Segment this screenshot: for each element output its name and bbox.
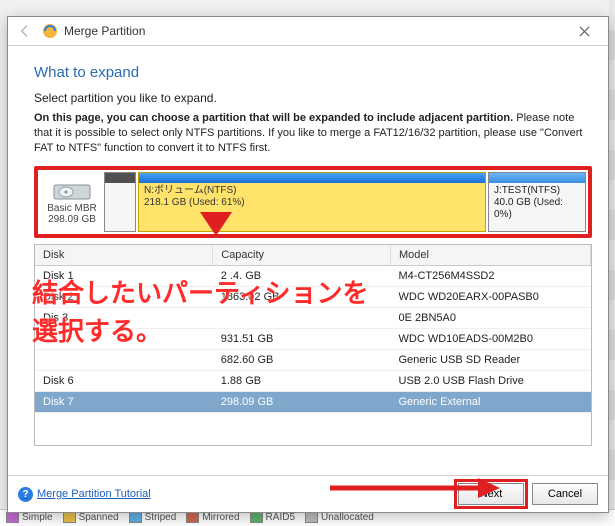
disk-table: Disk Capacity Model Disk 12 .4. GBM4-CT2… — [35, 245, 591, 413]
cell-capacity: 2 .4. GB — [213, 265, 391, 286]
legend-item: RAID5 — [250, 512, 295, 523]
partition-other[interactable]: J:TEST(NTFS) 40.0 GB (Used: 0%) — [488, 172, 586, 232]
disk-thumb-line2: 298.09 GB — [48, 214, 96, 225]
table-row[interactable]: 682.60 GBGeneric USB SD Reader — [35, 349, 591, 370]
diskmap-highlight: Basic MBR 298.09 GB N:ボリューム(NTFS) 218.1 … — [34, 166, 592, 238]
next-button[interactable]: Next — [458, 483, 524, 505]
cell-model: M4-CT256M4SSD2 — [391, 265, 591, 286]
partition-small[interactable] — [104, 172, 136, 232]
partition-other-name: J:TEST(NTFS) — [494, 185, 580, 197]
app-icon — [42, 23, 58, 39]
cell-disk: Disk 7 — [35, 391, 213, 412]
col-capacity[interactable]: Capacity — [213, 245, 391, 266]
legend-item: Mirrored — [186, 512, 239, 523]
dialog-window: Merge Partition What to expand Select pa… — [7, 16, 609, 513]
cell-disk: Disk 6 — [35, 370, 213, 391]
help-link-label: Merge Partition Tutorial — [37, 488, 151, 500]
cell-capacity: 1863.02 GB — [213, 286, 391, 307]
partition-other-size: 40.0 GB (Used: 0%) — [494, 197, 580, 221]
cell-model: USB 2.0 USB Flash Drive — [391, 370, 591, 391]
table-header-row: Disk Capacity Model — [35, 245, 591, 266]
disk-thumbnail: Basic MBR 298.09 GB — [40, 172, 104, 232]
cell-disk: Dis 3 — [35, 307, 213, 328]
table-row[interactable]: 931.51 GBWDC WD10EADS-00M2B0 — [35, 328, 591, 349]
cell-model: Generic External — [391, 391, 591, 412]
cell-capacity: 298.09 GB — [213, 391, 391, 412]
cell-disk — [35, 328, 213, 349]
cell-disk: Disk 2 — [35, 286, 213, 307]
content-area: What to expand Select partition you like… — [8, 46, 608, 475]
table-row[interactable]: Disk 7298.09 GBGeneric External — [35, 391, 591, 412]
close-button[interactable] — [566, 20, 602, 42]
cell-model: Generic USB SD Reader — [391, 349, 591, 370]
cell-capacity: 682.60 GB — [213, 349, 391, 370]
cell-capacity: 931.51 GB — [213, 328, 391, 349]
annotation-arrow-down-icon — [200, 212, 232, 236]
partition-selected[interactable]: N:ボリューム(NTFS) 218.1 GB (Used: 61%) — [138, 172, 486, 232]
cell-disk — [35, 349, 213, 370]
window-title: Merge Partition — [64, 24, 145, 38]
table-row[interactable]: Disk 61.88 GBUSB 2.0 USB Flash Drive — [35, 370, 591, 391]
cell-model: WDC WD20EARX-00PASB0 — [391, 286, 591, 307]
cell-model: WDC WD10EADS-00M2B0 — [391, 328, 591, 349]
legend-item: Spanned — [63, 512, 119, 523]
help-link[interactable]: ? Merge Partition Tutorial — [18, 487, 151, 502]
disk-thumb-line1: Basic MBR — [47, 203, 96, 214]
legend-item: Simple — [6, 512, 53, 523]
page-heading: What to expand — [34, 64, 592, 81]
cancel-button[interactable]: Cancel — [532, 483, 598, 505]
legend-item: Striped — [129, 512, 177, 523]
titlebar: Merge Partition — [8, 17, 608, 46]
back-button[interactable] — [14, 20, 36, 42]
background-edge — [609, 0, 615, 526]
legend-item: Unallocated — [305, 512, 374, 523]
partition-selected-size: 218.1 GB (Used: 61%) — [144, 197, 480, 209]
cell-model: 0E 2BN5A0 — [391, 307, 591, 328]
help-icon: ? — [18, 487, 33, 502]
note-bold: On this page, you can choose a partition… — [34, 112, 513, 124]
intro-text: Select partition you like to expand. — [34, 91, 592, 105]
disk-table-wrap: Disk Capacity Model Disk 12 .4. GBM4-CT2… — [34, 244, 592, 446]
cell-disk: Disk 1 — [35, 265, 213, 286]
partition-map: N:ボリューム(NTFS) 218.1 GB (Used: 61%) J:TES… — [104, 172, 586, 232]
table-row[interactable]: Dis 3 0E 2BN5A0 — [35, 307, 591, 328]
partition-selected-name: N:ボリューム(NTFS) — [144, 185, 480, 197]
col-disk[interactable]: Disk — [35, 245, 213, 266]
hdd-icon — [52, 179, 92, 203]
table-row[interactable]: Disk 12 .4. GBM4-CT256M4SSD2 — [35, 265, 591, 286]
cell-capacity: 1.88 GB — [213, 370, 391, 391]
table-row[interactable]: Disk 21863.02 GBWDC WD20EARX-00PASB0 — [35, 286, 591, 307]
cell-capacity — [213, 307, 391, 328]
note-text: On this page, you can choose a partition… — [34, 111, 592, 156]
col-model[interactable]: Model — [391, 245, 591, 266]
dialog-footer: ? Merge Partition Tutorial Next Cancel — [8, 475, 608, 512]
